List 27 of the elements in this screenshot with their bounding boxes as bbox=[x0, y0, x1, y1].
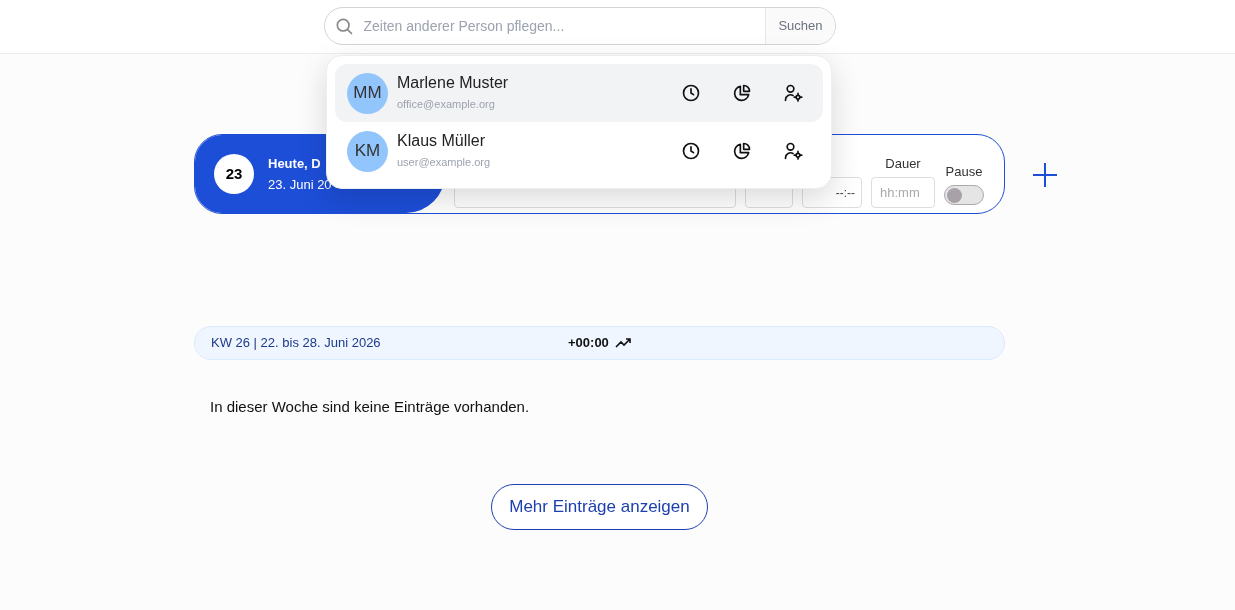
duration-field[interactable]: hh:mm bbox=[871, 177, 935, 209]
person-name: Klaus Müller bbox=[397, 131, 487, 152]
person-email: office@example.org bbox=[397, 97, 496, 113]
pause-label: Pause bbox=[945, 162, 983, 181]
pie-chart-icon[interactable] bbox=[732, 83, 752, 103]
empty-message: In dieser Woche sind keine Einträge vorhanden. bbox=[210, 397, 531, 417]
date-label: 23. Juni 20 bbox=[268, 176, 332, 194]
avatar: KM bbox=[347, 130, 388, 172]
today-label: Heute, D bbox=[268, 154, 322, 173]
duration-label: Dauer bbox=[885, 154, 921, 173]
clock-icon[interactable] bbox=[681, 83, 701, 103]
week-label: KW 26 | 22. bis 28. Juni 2026 bbox=[211, 334, 382, 353]
search-field[interactable]: Zeiten anderer Person pflegen... Suchen bbox=[323, 7, 836, 45]
person-item[interactable]: KM Klaus Müller user@example.org bbox=[335, 122, 823, 180]
trend-up-icon bbox=[614, 337, 631, 349]
person-email: user@example.org bbox=[397, 155, 492, 171]
pause-toggle[interactable] bbox=[944, 185, 984, 206]
pie-chart-icon[interactable] bbox=[732, 141, 752, 161]
user-settings-icon[interactable] bbox=[783, 83, 803, 103]
add-icon[interactable] bbox=[1032, 162, 1058, 188]
search-button[interactable]: Suchen bbox=[765, 8, 835, 44]
user-settings-icon[interactable] bbox=[783, 141, 803, 161]
clock-icon[interactable] bbox=[681, 141, 701, 161]
person-name: Marlene Muster bbox=[397, 73, 510, 94]
more-entries-button[interactable]: Mehr Einträge anzeigen bbox=[491, 483, 708, 530]
avatar: MM bbox=[347, 72, 388, 114]
week-balance: +00:00 bbox=[568, 334, 609, 353]
